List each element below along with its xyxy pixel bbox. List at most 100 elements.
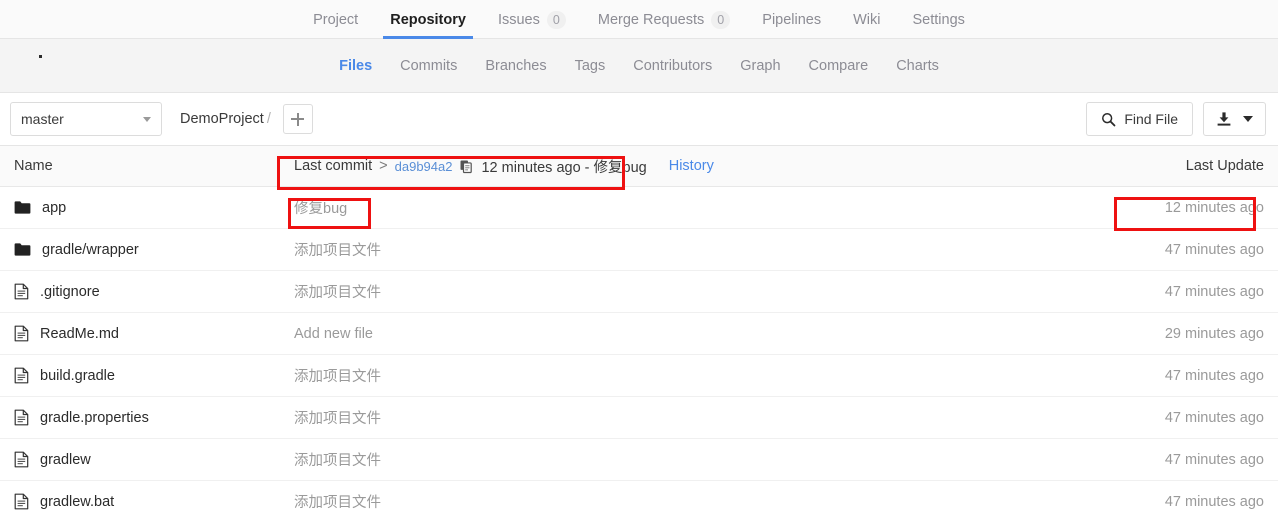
sub-nav-item-graph[interactable]: Graph: [726, 58, 794, 74]
nav-item-label: Repository: [390, 11, 466, 28]
find-file-button[interactable]: Find File: [1086, 102, 1193, 136]
nav-item-label: Merge Requests: [597, 11, 705, 28]
add-to-tree-button[interactable]: [282, 104, 313, 134]
nav-item-issues[interactable]: Issues 0: [482, 0, 582, 39]
primary-nav-items: Project Repository Issues 0 Merge Requests 0 P…: [297, 0, 981, 39]
file-name-label: ReadMe.md: [40, 325, 119, 342]
sub-nav-item-charts[interactable]: Charts: [882, 58, 953, 74]
file-name-cell[interactable]: ReadMe.md: [14, 325, 294, 342]
last-update-cell: 47 minutes ago: [1164, 409, 1264, 426]
download-icon: [1216, 111, 1232, 127]
table-header-row: Name Last commit > da9b94a2 12 minutes a…: [0, 146, 1278, 187]
breadcrumb-separator: /: [266, 111, 271, 127]
commit-message-cell[interactable]: Add new file: [294, 326, 373, 342]
folder-icon: [14, 200, 31, 215]
last-update-cell: 47 minutes ago: [1164, 451, 1264, 468]
download-source-button[interactable]: [1203, 102, 1266, 136]
last-update-cell: 47 minutes ago: [1164, 493, 1264, 510]
file-icon: [14, 493, 29, 510]
commit-message-cell[interactable]: 添加项目文件: [294, 239, 381, 260]
nav-item-project[interactable]: Project: [297, 0, 374, 39]
sub-nav-items: Files Commits Branches Tags Contributors Grap…: [325, 58, 953, 74]
file-name-cell[interactable]: gradle/wrapper: [14, 242, 294, 258]
breadcrumb-project[interactable]: DemoProject: [180, 111, 264, 127]
search-icon: [1101, 112, 1116, 127]
table-row[interactable]: app 修复bug 12 minutes ago: [0, 187, 1278, 229]
nav-item-label: Project: [313, 11, 359, 28]
primary-nav: Project Repository Issues 0 Merge Requests 0 P…: [0, 0, 1278, 39]
table-row[interactable]: gradlew 添加项目文件 47 minutes ago: [0, 439, 1278, 481]
file-name-cell[interactable]: build.gradle: [14, 367, 294, 384]
commit-message-cell[interactable]: 添加项目文件: [294, 365, 381, 386]
copy-icon[interactable]: [459, 159, 474, 174]
chevron-down-icon: [1243, 116, 1253, 122]
last-commit-meta: 12 minutes ago - 修复bug: [481, 159, 647, 176]
file-icon: [14, 325, 29, 342]
last-update-cell: 47 minutes ago: [1164, 283, 1264, 300]
nav-item-wiki[interactable]: Wiki: [837, 0, 896, 39]
last-update-cell: 47 minutes ago: [1164, 367, 1264, 384]
commit-sha-link[interactable]: da9b94a2: [395, 159, 453, 174]
breadcrumb: DemoProject /: [180, 111, 271, 127]
table-row[interactable]: build.gradle 添加项目文件 47 minutes ago: [0, 355, 1278, 397]
column-header-last-update: Last Update: [1185, 158, 1264, 174]
file-name-label: gradle.properties: [40, 409, 149, 426]
table-row[interactable]: gradlew.bat 添加项目文件 47 minutes ago: [0, 481, 1278, 517]
nav-item-label: Issues: [497, 11, 540, 28]
nav-item-repository[interactable]: Repository: [374, 0, 482, 39]
file-name-cell[interactable]: .gitignore: [14, 283, 294, 300]
nav-item-label: Pipelines: [762, 11, 822, 28]
nav-item-pipelines[interactable]: Pipelines: [746, 0, 837, 39]
last-commit-arrow: >: [379, 158, 388, 174]
file-tree-table: Name Last commit > da9b94a2 12 minutes a…: [0, 145, 1278, 517]
nav-item-count-badge: 0: [711, 10, 731, 29]
sub-nav-item-tags[interactable]: Tags: [561, 58, 620, 74]
column-header-name: Name: [14, 158, 53, 174]
branch-selector-label: master: [21, 111, 64, 127]
file-name-cell[interactable]: gradlew: [14, 451, 294, 468]
nav-item-label: Wiki: [853, 11, 881, 28]
repository-sub-nav: Files Commits Branches Tags Contributors Grap…: [0, 39, 1278, 93]
file-name-label: gradlew: [40, 451, 91, 468]
table-row[interactable]: gradle.properties 添加项目文件 47 minutes ago: [0, 397, 1278, 439]
last-commit-info: Last commit > da9b94a2 12 minutes ago - …: [294, 156, 647, 177]
commit-message-cell[interactable]: 添加项目文件: [294, 281, 381, 302]
file-icon: [14, 367, 29, 384]
file-rows-container: app 修复bug 12 minutes ago gradle/wrapper 添加项目…: [0, 187, 1278, 517]
sub-nav-item-files[interactable]: Files: [325, 58, 386, 74]
last-commit-prefix: Last commit: [294, 158, 373, 174]
table-row[interactable]: ReadMe.md Add new file 29 minutes ago: [0, 313, 1278, 355]
file-name-label: .gitignore: [40, 283, 100, 300]
file-icon: [14, 451, 29, 468]
folder-icon: [14, 242, 31, 257]
chevron-down-icon: [143, 116, 151, 122]
file-icon: [14, 283, 29, 300]
nav-item-label: Settings: [912, 11, 965, 28]
file-name-label: gradle/wrapper: [42, 241, 139, 258]
commit-message-cell[interactable]: 添加项目文件: [294, 407, 381, 428]
nav-item-settings[interactable]: Settings: [897, 0, 981, 39]
nav-item-count-badge: 0: [546, 10, 566, 29]
table-row[interactable]: gradle/wrapper 添加项目文件 47 minutes ago: [0, 229, 1278, 271]
sub-nav-item-compare[interactable]: Compare: [795, 58, 883, 74]
sub-nav-item-commits[interactable]: Commits: [386, 58, 471, 74]
file-name-cell[interactable]: gradlew.bat: [14, 493, 294, 510]
nav-item-merge-requests[interactable]: Merge Requests 0: [582, 0, 746, 39]
branch-selector[interactable]: master: [10, 102, 162, 136]
last-update-cell: 47 minutes ago: [1164, 241, 1264, 258]
commit-message-cell[interactable]: 添加项目文件: [294, 449, 381, 470]
file-name-cell[interactable]: app: [14, 200, 294, 216]
sub-nav-item-contributors[interactable]: Contributors: [619, 58, 726, 74]
file-name-label: gradlew.bat: [40, 493, 115, 510]
table-row[interactable]: .gitignore 添加项目文件 47 minutes ago: [0, 271, 1278, 313]
last-update-cell: 12 minutes ago: [1164, 199, 1264, 216]
find-file-label: Find File: [1124, 111, 1178, 127]
history-link[interactable]: History: [669, 158, 714, 174]
file-name-cell[interactable]: gradle.properties: [14, 409, 294, 426]
bullet-marker-icon: [39, 55, 42, 58]
file-name-label: build.gradle: [40, 367, 115, 384]
commit-message-cell[interactable]: 添加项目文件: [294, 491, 381, 512]
file-name-label: app: [42, 199, 67, 216]
sub-nav-item-branches[interactable]: Branches: [471, 58, 560, 74]
commit-message-cell[interactable]: 修复bug: [294, 197, 347, 218]
